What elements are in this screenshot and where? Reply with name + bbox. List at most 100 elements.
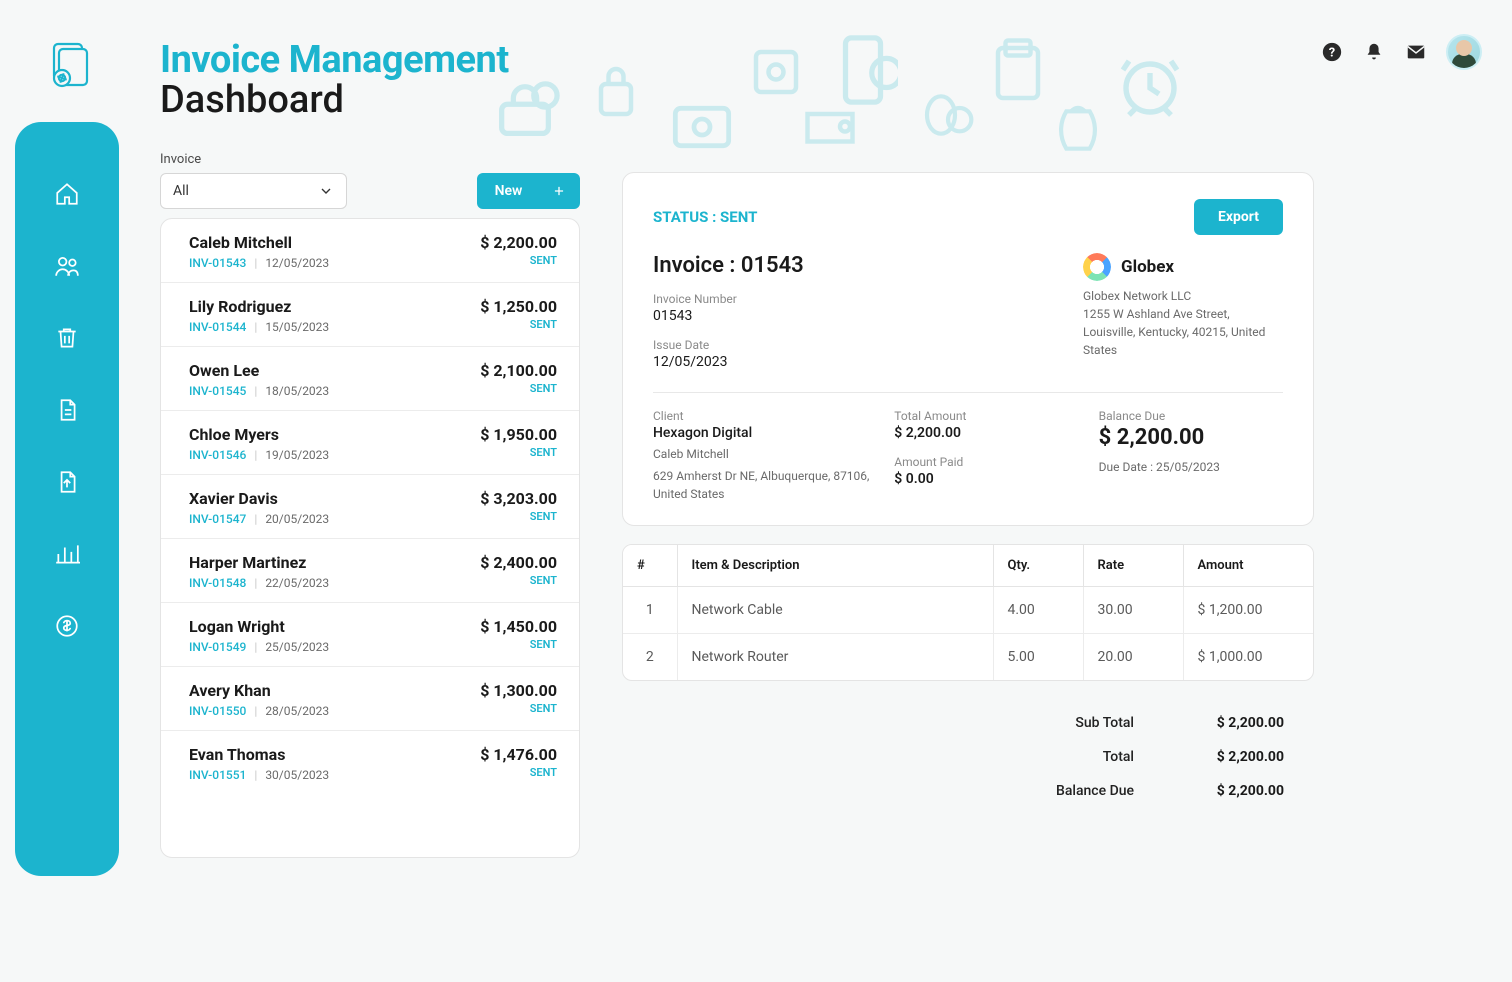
amount-paid-value: $ 0.00: [894, 471, 1078, 487]
total-value: $ 2,200.00: [1174, 749, 1284, 765]
invoice-filter-select[interactable]: All: [160, 173, 347, 209]
totals-summary: Sub Total $ 2,200.00 Total $ 2,200.00 Ba…: [622, 706, 1314, 808]
invoice-item-separator: |: [254, 384, 257, 398]
invoice-item-date: 25/05/2023: [265, 640, 329, 654]
decorative-icons: [490, 32, 1332, 162]
page-title-line1: Invoice Management: [160, 38, 509, 82]
invoice-list-item[interactable]: Evan ThomasINV-01551|30/05/2023$ 1,476.0…: [161, 731, 579, 794]
issue-date-label: Issue Date: [653, 338, 804, 352]
invoice-number-value: 01543: [653, 308, 804, 324]
bell-icon[interactable]: [1362, 40, 1386, 64]
issue-date-value: 12/05/2023: [653, 354, 804, 370]
invoice-item-id: INV-01545: [189, 384, 246, 398]
export-button[interactable]: Export: [1194, 199, 1283, 235]
row-qty: 4.00: [993, 587, 1083, 634]
invoice-item-id: INV-01551: [189, 768, 246, 782]
col-header-rate: Rate: [1083, 545, 1183, 587]
invoice-item-amount: $ 2,200.00: [480, 233, 557, 252]
invoice-item-date: 28/05/2023: [265, 704, 329, 718]
invoice-item-id: INV-01546: [189, 448, 246, 462]
chevron-down-icon: [318, 183, 334, 199]
invoice-item-amount: $ 1,950.00: [480, 425, 557, 444]
company-legal-name: Globex Network LLC: [1083, 287, 1283, 305]
invoice-item-separator: |: [254, 704, 257, 718]
app-logo: [48, 42, 90, 94]
invoice-item-separator: |: [254, 512, 257, 526]
total-label: Total: [1024, 749, 1134, 765]
invoice-title: Invoice : 01543: [653, 253, 804, 278]
invoice-list-item[interactable]: Chloe Myers INV-01546 | 19/05/2023 $ 1,950.0…: [161, 411, 579, 475]
total-amount-label: Total Amount: [894, 409, 1078, 423]
balance-summary-value: $ 2,200.00: [1174, 783, 1284, 799]
row-desc: Network Cable: [677, 587, 993, 634]
invoice-item-separator: |: [254, 320, 257, 334]
subtotal-value: $ 2,200.00: [1174, 715, 1284, 731]
sidebar-item-home[interactable]: [53, 180, 81, 208]
invoice-item-name: Lily Rodriguez: [189, 297, 329, 316]
invoice-detail-panel: STATUS : SENT Export Invoice : 01543 Inv…: [622, 172, 1314, 526]
invoice-item-amount: $ 2,400.00: [480, 553, 557, 572]
client-address: 629 Amherst Dr NE, Albuquerque, 87106, U…: [653, 467, 874, 503]
invoice-item-separator: |: [254, 256, 257, 270]
invoice-item-id: INV-01547: [189, 512, 246, 526]
row-amount: $ 1,000.00: [1183, 634, 1313, 681]
invoice-status: STATUS : SENT: [653, 208, 757, 226]
sidebar: [15, 122, 119, 876]
sidebar-item-documents[interactable]: [53, 396, 81, 424]
row-amount: $ 1,200.00: [1183, 587, 1313, 634]
sidebar-item-payments[interactable]: [53, 612, 81, 640]
invoice-item-amount: $ 2,100.00: [480, 361, 557, 380]
new-button-label: New: [495, 183, 523, 199]
client-contact: Caleb Mitchell: [653, 445, 874, 463]
invoice-item-date: 19/05/2023: [265, 448, 329, 462]
row-num: 1: [623, 587, 677, 634]
invoice-list-item[interactable]: Lily RodriguezINV-01544|15/05/2023$ 1,25…: [161, 283, 579, 347]
plus-icon: [552, 184, 566, 198]
sidebar-item-trash[interactable]: [53, 324, 81, 352]
invoice-list-item[interactable]: Caleb MitchellINV-01543|12/05/2023$ 2,20…: [161, 219, 579, 283]
invoice-item-amount: $ 1,300.00: [480, 681, 557, 700]
invoice-item-id: INV-01550: [189, 704, 246, 718]
invoice-item-separator: |: [254, 576, 257, 590]
invoice-list-item[interactable]: Logan WrightINV-01549|25/05/2023$ 1,450.…: [161, 603, 579, 667]
company-name: Globex: [1121, 257, 1174, 277]
invoice-list-item[interactable]: Xavier DavisINV-01547|20/05/2023$ 3,203.…: [161, 475, 579, 539]
sidebar-item-analytics[interactable]: [53, 540, 81, 568]
sidebar-item-invoices[interactable]: [53, 468, 81, 496]
row-num: 2: [623, 634, 677, 681]
mail-icon[interactable]: [1404, 40, 1428, 64]
col-header-amount: Amount: [1183, 545, 1313, 587]
filter-label: Invoice: [160, 152, 580, 167]
invoice-item-amount: $ 3,203.00: [480, 489, 557, 508]
invoice-list-item[interactable]: Owen LeeINV-01545|18/05/2023$ 2,100.00SE…: [161, 347, 579, 411]
balance-summary-label: Balance Due: [1024, 783, 1134, 799]
sidebar-item-users[interactable]: [53, 252, 81, 280]
col-header-qty: Qty.: [993, 545, 1083, 587]
invoice-item-id: INV-01544: [189, 320, 246, 334]
page-header: Invoice Management Dashboard: [160, 38, 509, 122]
total-amount-value: $ 2,200.00: [894, 425, 1078, 441]
invoice-list-item[interactable]: Harper MartinezINV-01548|22/05/2023$ 2,4…: [161, 539, 579, 603]
user-avatar[interactable]: [1446, 34, 1482, 70]
invoice-item-name: Evan Thomas: [189, 745, 329, 764]
table-row: 1Network Cable4.0030.00$ 1,200.00: [623, 587, 1313, 634]
invoice-item-name: Owen Lee: [189, 361, 329, 380]
invoice-item-date: 18/05/2023: [265, 384, 329, 398]
page-title-line2: Dashboard: [160, 78, 509, 122]
invoice-item-status: SENT: [480, 638, 557, 651]
help-icon[interactable]: ?: [1320, 40, 1344, 64]
invoice-item-status: SENT: [480, 766, 557, 779]
invoice-item-status: SENT: [480, 318, 557, 331]
new-invoice-button[interactable]: New: [477, 173, 580, 209]
invoice-item-status: SENT: [480, 574, 557, 587]
company-address: 1255 W Ashland Ave Street, Louisville, K…: [1083, 305, 1283, 359]
invoice-item-separator: |: [254, 448, 257, 462]
row-desc: Network Router: [677, 634, 993, 681]
invoice-list-item[interactable]: Avery KhanINV-01550|28/05/2023$ 1,300.00…: [161, 667, 579, 731]
invoice-item-name: Logan Wright: [189, 617, 329, 636]
balance-due-label: Balance Due: [1099, 409, 1283, 423]
invoice-item-name: Chloe Myers: [189, 425, 329, 444]
invoice-item-id: INV-01543: [189, 256, 246, 270]
invoice-item-id: INV-01549: [189, 640, 246, 654]
row-rate: 20.00: [1083, 634, 1183, 681]
